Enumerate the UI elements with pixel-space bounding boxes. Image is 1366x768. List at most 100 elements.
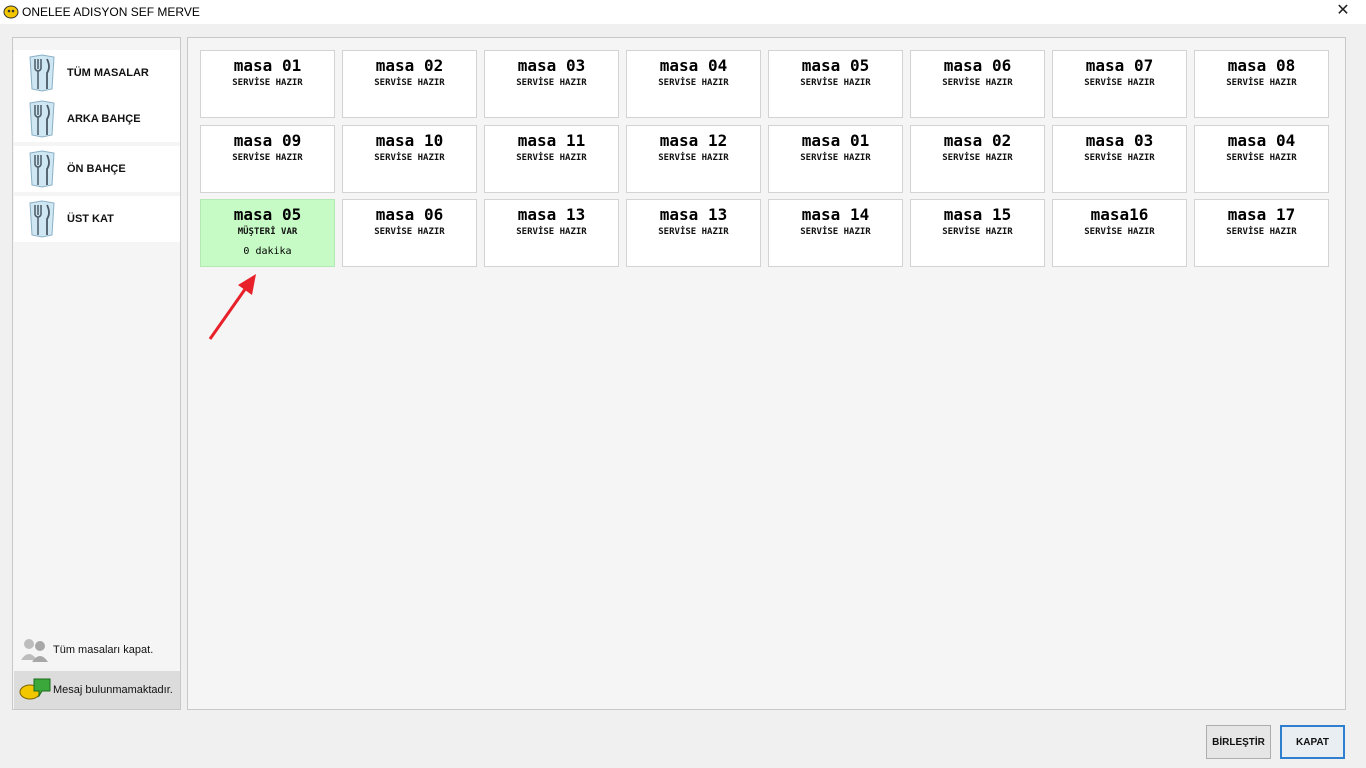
cutlery-icon — [29, 200, 55, 238]
table-name: masa 10 — [375, 131, 444, 150]
table-name: masa 09 — [233, 131, 302, 150]
cutlery-icon — [29, 150, 55, 188]
table-card[interactable]: masa 14 SERVİSE HAZIR — [768, 199, 903, 267]
table-card[interactable]: masa 08 SERVİSE HAZIR — [1194, 50, 1329, 118]
table-status: SERVİSE HAZIR — [374, 78, 445, 88]
people-icon — [21, 639, 48, 662]
category-sidebar: TÜM MASALAR ARKA BAHÇE ÖN BAHÇE ÜST KAT — [12, 37, 181, 710]
table-card[interactable]: masa 03 SERVİSE HAZIR — [484, 50, 619, 118]
table-name: masa 06 — [943, 56, 1012, 75]
category-tum-masalar[interactable]: TÜM MASALAR — [14, 50, 180, 96]
table-card[interactable]: masa 13 SERVİSE HAZIR — [484, 199, 619, 267]
merge-button[interactable]: BİRLEŞTİR — [1206, 725, 1271, 759]
message-label: Mesaj bulunmamaktadır. — [53, 684, 173, 696]
table-card[interactable]: masa 06 SERVİSE HAZIR — [342, 199, 477, 267]
app-logo-icon — [3, 5, 19, 19]
table-status: SERVİSE HAZIR — [374, 227, 445, 237]
table-name: masa 11 — [517, 131, 586, 150]
chat-bubbles-icon — [19, 678, 51, 700]
table-name: masa 05 — [233, 205, 302, 224]
table-card[interactable]: masa 12 SERVİSE HAZIR — [626, 125, 761, 193]
table-name: masa 01 — [233, 56, 302, 75]
table-card[interactable]: masa 07 SERVİSE HAZIR — [1052, 50, 1187, 118]
table-status: SERVİSE HAZIR — [1226, 227, 1297, 237]
table-status: SERVİSE HAZIR — [800, 153, 871, 163]
window-title: ONELEE ADISYON SEF MERVE — [22, 5, 200, 19]
table-name: masa 01 — [801, 131, 870, 150]
table-card[interactable]: masa 10 SERVİSE HAZIR — [342, 125, 477, 193]
table-card[interactable]: masa 05 MÜŞTERİ VAR 0 dakika — [200, 199, 335, 267]
table-status: SERVİSE HAZIR — [516, 227, 587, 237]
table-elapsed-time: 0 dakika — [243, 246, 292, 257]
table-status: SERVİSE HAZIR — [1084, 153, 1155, 163]
category-arka-bahce[interactable]: ARKA BAHÇE — [14, 96, 180, 142]
table-name: masa 08 — [1227, 56, 1296, 75]
cutlery-icon — [29, 54, 55, 92]
table-card[interactable]: masa 15 SERVİSE HAZIR — [910, 199, 1045, 267]
table-name: masa 05 — [801, 56, 870, 75]
category-label: ÖN BAHÇE — [67, 163, 126, 175]
table-name: masa 13 — [659, 205, 728, 224]
table-card[interactable]: masa 03 SERVİSE HAZIR — [1052, 125, 1187, 193]
close-all-tables-label: Tüm masaları kapat. — [53, 644, 154, 656]
title-bar: ONELEE ADISYON SEF MERVE ✕ — [0, 0, 1366, 24]
table-card[interactable]: masa 11 SERVİSE HAZIR — [484, 125, 619, 193]
close-window-button[interactable]: ✕ — [1320, 0, 1366, 24]
table-status: SERVİSE HAZIR — [942, 227, 1013, 237]
category-label: ARKA BAHÇE — [67, 113, 141, 125]
table-name: masa 13 — [517, 205, 586, 224]
table-status: SERVİSE HAZIR — [232, 78, 303, 88]
table-name: masa 07 — [1085, 56, 1154, 75]
message-status[interactable]: Mesaj bulunmamaktadır. — [14, 671, 180, 709]
table-status: SERVİSE HAZIR — [232, 153, 303, 163]
table-name: masa16 — [1090, 205, 1149, 224]
table-name: masa 03 — [1085, 131, 1154, 150]
table-status: SERVİSE HAZIR — [1084, 78, 1155, 88]
table-card[interactable]: masa 01 SERVİSE HAZIR — [200, 50, 335, 118]
table-status: SERVİSE HAZIR — [1084, 227, 1155, 237]
table-status: SERVİSE HAZIR — [658, 153, 729, 163]
table-card[interactable]: masa 01 SERVİSE HAZIR — [768, 125, 903, 193]
table-status: MÜŞTERİ VAR — [237, 227, 298, 237]
table-card[interactable]: masa 05 SERVİSE HAZIR — [768, 50, 903, 118]
table-status: SERVİSE HAZIR — [658, 227, 729, 237]
table-status: SERVİSE HAZIR — [942, 78, 1013, 88]
table-name: masa 02 — [375, 56, 444, 75]
table-status: SERVİSE HAZIR — [658, 78, 729, 88]
category-label: ÜST KAT — [67, 213, 114, 225]
close-button[interactable]: KAPAT — [1280, 725, 1345, 759]
table-name: masa 14 — [801, 205, 870, 224]
category-label: TÜM MASALAR — [67, 67, 149, 79]
category-ust-kat[interactable]: ÜST KAT — [14, 196, 180, 242]
table-card[interactable]: masa16 SERVİSE HAZIR — [1052, 199, 1187, 267]
table-name: masa 12 — [659, 131, 728, 150]
table-card[interactable]: masa 09 SERVİSE HAZIR — [200, 125, 335, 193]
table-card[interactable]: masa 04 SERVİSE HAZIR — [1194, 125, 1329, 193]
table-status: SERVİSE HAZIR — [800, 227, 871, 237]
table-status: SERVİSE HAZIR — [1226, 153, 1297, 163]
table-name: masa 03 — [517, 56, 586, 75]
close-all-tables-action[interactable]: Tüm masaları kapat. — [14, 633, 180, 667]
cutlery-icon — [29, 100, 55, 138]
table-name: masa 17 — [1227, 205, 1296, 224]
table-name: masa 02 — [943, 131, 1012, 150]
category-on-bahce[interactable]: ÖN BAHÇE — [14, 146, 180, 192]
table-status: SERVİSE HAZIR — [800, 78, 871, 88]
table-status: SERVİSE HAZIR — [942, 153, 1013, 163]
table-status: SERVİSE HAZIR — [516, 153, 587, 163]
table-status: SERVİSE HAZIR — [1226, 78, 1297, 88]
table-name: masa 15 — [943, 205, 1012, 224]
table-card[interactable]: masa 02 SERVİSE HAZIR — [910, 125, 1045, 193]
table-name: masa 04 — [659, 56, 728, 75]
annotation-arrow — [208, 274, 256, 340]
tables-panel: masa 01 SERVİSE HAZIR masa 02 SERVİSE HAZIR… — [187, 37, 1346, 710]
table-card[interactable]: masa 06 SERVİSE HAZIR — [910, 50, 1045, 118]
table-card[interactable]: masa 02 SERVİSE HAZIR — [342, 50, 477, 118]
table-card[interactable]: masa 04 SERVİSE HAZIR — [626, 50, 761, 118]
table-name: masa 04 — [1227, 131, 1296, 150]
table-card[interactable]: masa 13 SERVİSE HAZIR — [626, 199, 761, 267]
table-status: SERVİSE HAZIR — [516, 78, 587, 88]
table-name: masa 06 — [375, 205, 444, 224]
table-status: SERVİSE HAZIR — [374, 153, 445, 163]
table-card[interactable]: masa 17 SERVİSE HAZIR — [1194, 199, 1329, 267]
